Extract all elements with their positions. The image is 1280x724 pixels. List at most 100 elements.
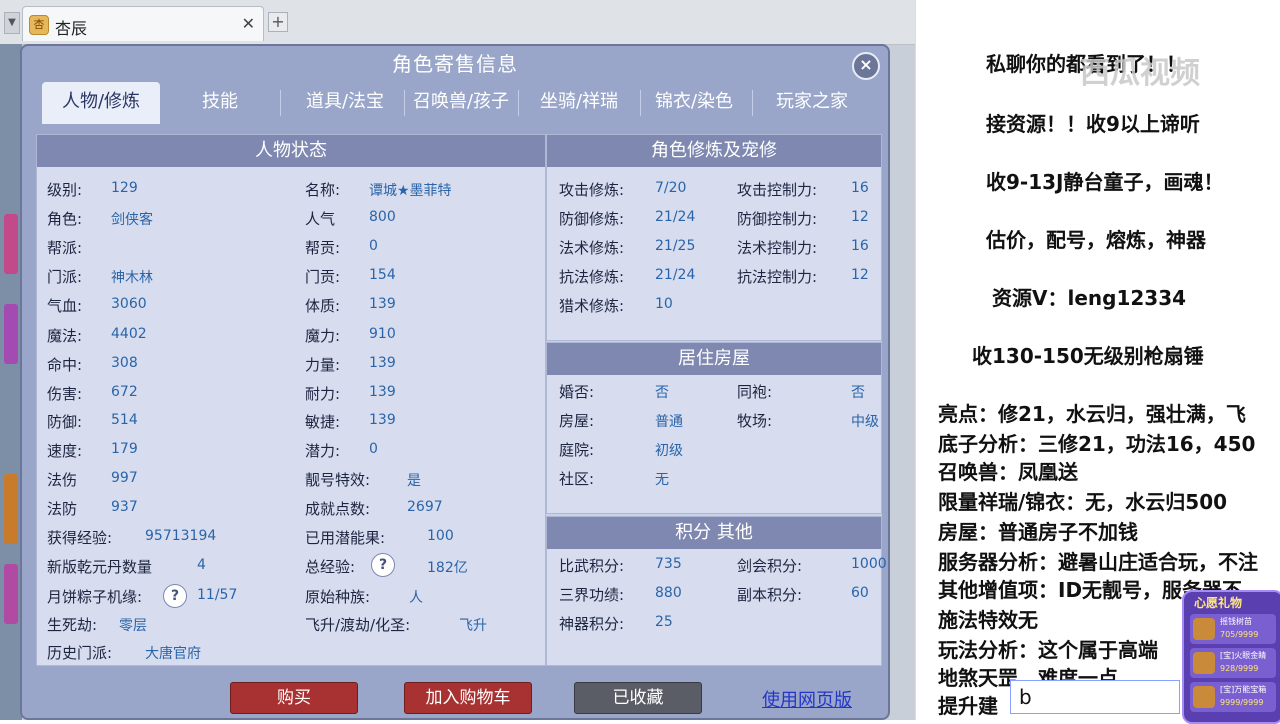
tab-close-icon[interactable]: ✕: [242, 14, 255, 33]
row-value: 7/20: [655, 180, 687, 196]
life-label: 生死劫:: [47, 616, 98, 634]
game-icon: 杏: [29, 15, 49, 35]
gift-icon: [1193, 652, 1215, 674]
stat-label: 靓号特效:: [305, 471, 371, 489]
row-label: 剑会积分:: [737, 557, 803, 575]
qkd-value: 4: [197, 557, 206, 573]
side-thumb: [4, 304, 18, 364]
stat-label: 帮贡:: [305, 239, 341, 257]
cultivation-panel: 角色修炼及宠修 攻击修炼: 7/20 攻击控制力: 16 防御修炼: 21/24 防御控制力…: [546, 134, 882, 341]
side-thumb: [4, 214, 18, 274]
gift-icon: [1193, 618, 1215, 640]
row-label: 同袍:: [737, 383, 773, 401]
row-value: 21/25: [655, 238, 696, 254]
tab-divider: [404, 90, 405, 116]
stat-value: 139: [369, 412, 396, 428]
browser-tab[interactable]: 杏 杏辰 ✕: [22, 6, 264, 41]
gift-count: 705/9999: [1220, 630, 1259, 639]
watermark: 西瓜视频: [1080, 56, 1200, 91]
stat-label: 敏捷:: [305, 413, 341, 431]
stat-label: 法防: [47, 500, 78, 518]
ad-text-line: 玩法分析：这个属于高端: [938, 638, 1158, 662]
help-icon[interactable]: ?: [371, 553, 395, 577]
race-label: 原始种族:: [305, 588, 371, 606]
text-input[interactable]: b: [1010, 680, 1180, 714]
row-label: 防御修炼:: [559, 210, 625, 228]
used-fruit-label: 已用潜能果:: [305, 529, 386, 547]
stat-label: 耐力:: [305, 385, 341, 403]
stat-label: 防御:: [47, 413, 83, 431]
row-label: 社区:: [559, 470, 595, 488]
new-tab-button[interactable]: +: [268, 12, 288, 32]
stat-label: 人气: [305, 210, 336, 228]
stat-label: 角色:: [47, 210, 83, 228]
side-thumb: [4, 474, 18, 544]
tab-character[interactable]: 人物/修炼: [42, 82, 160, 124]
gift-name: 摇钱树苗: [1220, 617, 1252, 626]
tab-title: 杏辰: [55, 19, 88, 38]
tab-mounts[interactable]: 坐骑/祥瑞: [524, 82, 634, 124]
stat-label: 门派:: [47, 268, 83, 286]
stat-value: 937: [111, 499, 138, 515]
stat-label: 气血:: [47, 297, 83, 315]
gift-count: 9999/9999: [1220, 698, 1264, 707]
stat-value: 139: [369, 384, 396, 400]
stat-label: 速度:: [47, 442, 83, 460]
tab-outfit[interactable]: 锦衣/染色: [644, 82, 744, 124]
tab-divider: [280, 90, 281, 116]
row-label: 法术修炼:: [559, 239, 625, 257]
ad-text-line: 房屋：普通房子不加钱: [938, 520, 1138, 544]
tab-items[interactable]: 道具/法宝: [290, 82, 400, 124]
ad-text-line: 亮点：修21，水云归，强壮满，飞: [938, 402, 1246, 426]
row-label: 婚否:: [559, 383, 595, 401]
buy-button[interactable]: 购买: [230, 682, 358, 714]
stat-label: 体质:: [305, 297, 341, 315]
stat-value: 3060: [111, 296, 147, 312]
ad-text-line: 接资源！！收9以上谛听: [986, 112, 1200, 136]
stat-value: 神木林: [111, 270, 153, 286]
help-icon[interactable]: ?: [163, 584, 187, 608]
history-label: 历史门派:: [47, 644, 113, 662]
stat-value: 179: [111, 441, 138, 457]
stat-label: 级别:: [47, 181, 83, 199]
row-label: 副本积分:: [737, 586, 803, 604]
gift-title: 心愿礼物: [1194, 596, 1243, 610]
stat-label: 魔法:: [47, 327, 83, 345]
tab-home[interactable]: 玩家之家: [762, 82, 862, 124]
stat-label: 力量:: [305, 356, 341, 374]
favorited-button[interactable]: 已收藏: [574, 682, 702, 714]
close-icon[interactable]: ×: [852, 52, 880, 80]
add-cart-button[interactable]: 加入购物车: [404, 682, 532, 714]
browser-tabbar: ▼ 杏 杏辰 ✕ +: [0, 0, 915, 45]
tab-pets[interactable]: 召唤兽/孩子: [406, 82, 516, 124]
stat-label: 命中:: [47, 356, 83, 374]
ad-text-line: 收130-150无级别枪扇锤: [972, 344, 1204, 368]
gift-item: 摇钱树苗 705/9999: [1190, 614, 1276, 644]
row-label: 抗法控制力:: [737, 268, 818, 286]
status-panel: 人物状态 级别: 129 角色: 剑侠客 帮派: 门派: 神木林 气血: 3060 魔法: 4402…: [36, 134, 546, 666]
web-version-link[interactable]: 使用网页版: [762, 686, 852, 712]
fly-label: 飞升/渡劫/化圣:: [305, 616, 411, 634]
row-label: 法术控制力:: [737, 239, 818, 257]
stat-value: 139: [369, 296, 396, 312]
tab-scroll-icon[interactable]: ▼: [4, 12, 20, 34]
game-window: ▼ 杏 杏辰 ✕ + 角色寄售信息 × 人物/修炼 技能 道具/法宝 召唤兽/孩…: [0, 0, 915, 720]
ad-text-line: 底子分析：三修21，功法16，450: [938, 432, 1256, 456]
row-value: 16: [851, 238, 869, 254]
exp-value: 95713194: [145, 528, 217, 544]
stat-label: 帮派:: [47, 239, 83, 257]
cultivation-panel-title: 角色修炼及宠修: [547, 135, 881, 167]
stat-value: 139: [369, 355, 396, 371]
tab-content: 人物状态 级别: 129 角色: 剑侠客 帮派: 门派: 神木林 气血: 3060 魔法: 4402…: [36, 134, 887, 666]
row-value: 25: [655, 614, 673, 630]
tab-skills[interactable]: 技能: [170, 82, 270, 124]
wish-gift-widget[interactable]: 心愿礼物 摇钱树苗 705/9999 [宝]火眼金睛 928/9999 [宝]万…: [1182, 590, 1280, 724]
stat-value: 514: [111, 412, 138, 428]
dialog-tabs: 人物/修炼 技能 道具/法宝 召唤兽/孩子 坐骑/祥瑞 锦衣/染色 玩家之家: [42, 82, 872, 124]
stat-value: 4402: [111, 326, 147, 342]
stat-label: 法伤: [47, 471, 78, 489]
stat-label: 魔力:: [305, 327, 341, 345]
row-value: 880: [655, 585, 682, 601]
row-label: 攻击修炼:: [559, 181, 625, 199]
row-value: 无: [655, 472, 669, 488]
